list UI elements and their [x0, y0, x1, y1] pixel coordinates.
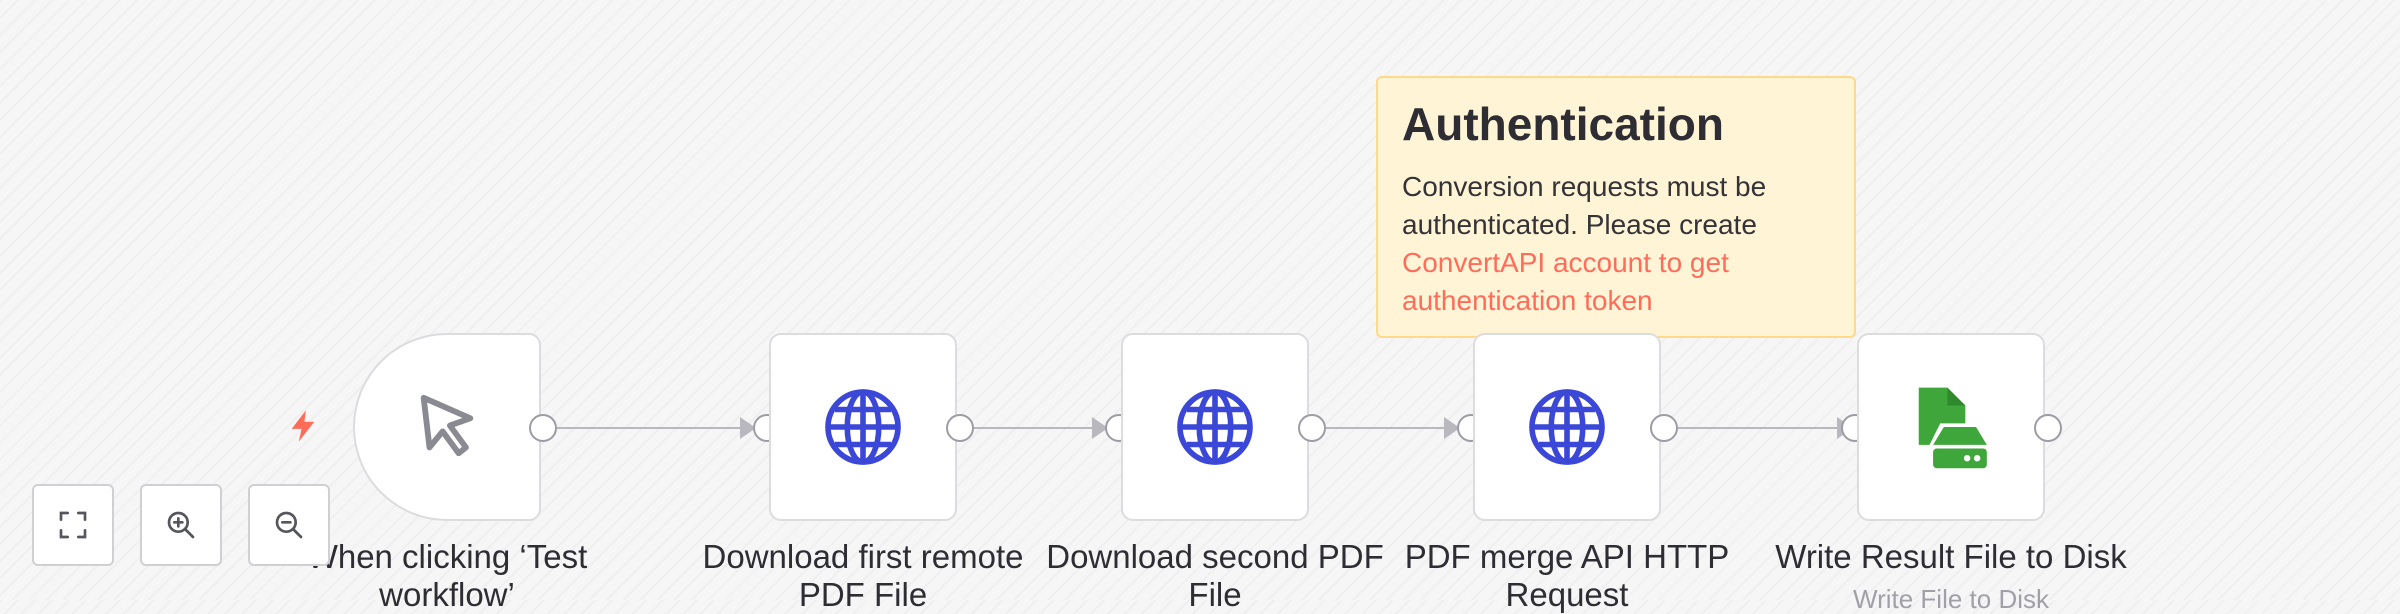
connection-line[interactable] [974, 427, 1105, 429]
sticky-note-body: Conversion requests must be authenticate… [1402, 168, 1830, 320]
node-label: Download first remote PDF File [702, 538, 1024, 613]
node-label: Write Result File to Disk [1775, 538, 2127, 575]
file-disk-icon [1918, 387, 1987, 469]
output-handle[interactable] [529, 414, 557, 442]
workflow-canvas[interactable]: Authentication Conversion requests must … [0, 0, 2400, 614]
sticky-note-authentication[interactable]: Authentication Conversion requests must … [1376, 76, 1856, 338]
output-handle[interactable] [946, 414, 974, 442]
node-download-second-pdf[interactable] [1121, 333, 1309, 521]
connection-line[interactable] [1678, 427, 1851, 429]
node-download-first-pdf[interactable] [769, 333, 957, 521]
sticky-note-text: Conversion requests must be authenticate… [1402, 171, 1767, 240]
globe-icon [1529, 389, 1605, 465]
zoom-out-icon [275, 511, 303, 539]
zoom-in-icon [167, 511, 195, 539]
globe-icon [825, 389, 901, 465]
globe-icon [1177, 389, 1253, 465]
output-handle[interactable] [2034, 414, 2062, 442]
node-label: PDF merge API HTTP Request [1404, 538, 1730, 613]
fullscreen-icon [59, 511, 87, 539]
lightning-bolt-icon [291, 410, 315, 442]
node-subtitle: Write File to Disk [1853, 584, 2049, 614]
node-manual-trigger[interactable] [353, 333, 541, 521]
output-handle[interactable] [1650, 414, 1678, 442]
output-handle[interactable] [1298, 414, 1326, 442]
zoom-out-button[interactable] [248, 484, 330, 566]
fit-view-button[interactable] [32, 484, 114, 566]
connection-line[interactable] [557, 427, 753, 429]
zoom-in-button[interactable] [140, 484, 222, 566]
convertapi-account-link[interactable]: ConvertAPI account to get authentication… [1402, 247, 1729, 316]
node-label: Download second PDF File [1046, 538, 1384, 613]
cursor-icon [420, 394, 474, 457]
connection-line[interactable] [1326, 427, 1457, 429]
node-pdf-merge-request[interactable] [1473, 333, 1661, 521]
sticky-note-title: Authentication [1402, 98, 1724, 150]
node-write-file[interactable] [1857, 333, 2045, 521]
